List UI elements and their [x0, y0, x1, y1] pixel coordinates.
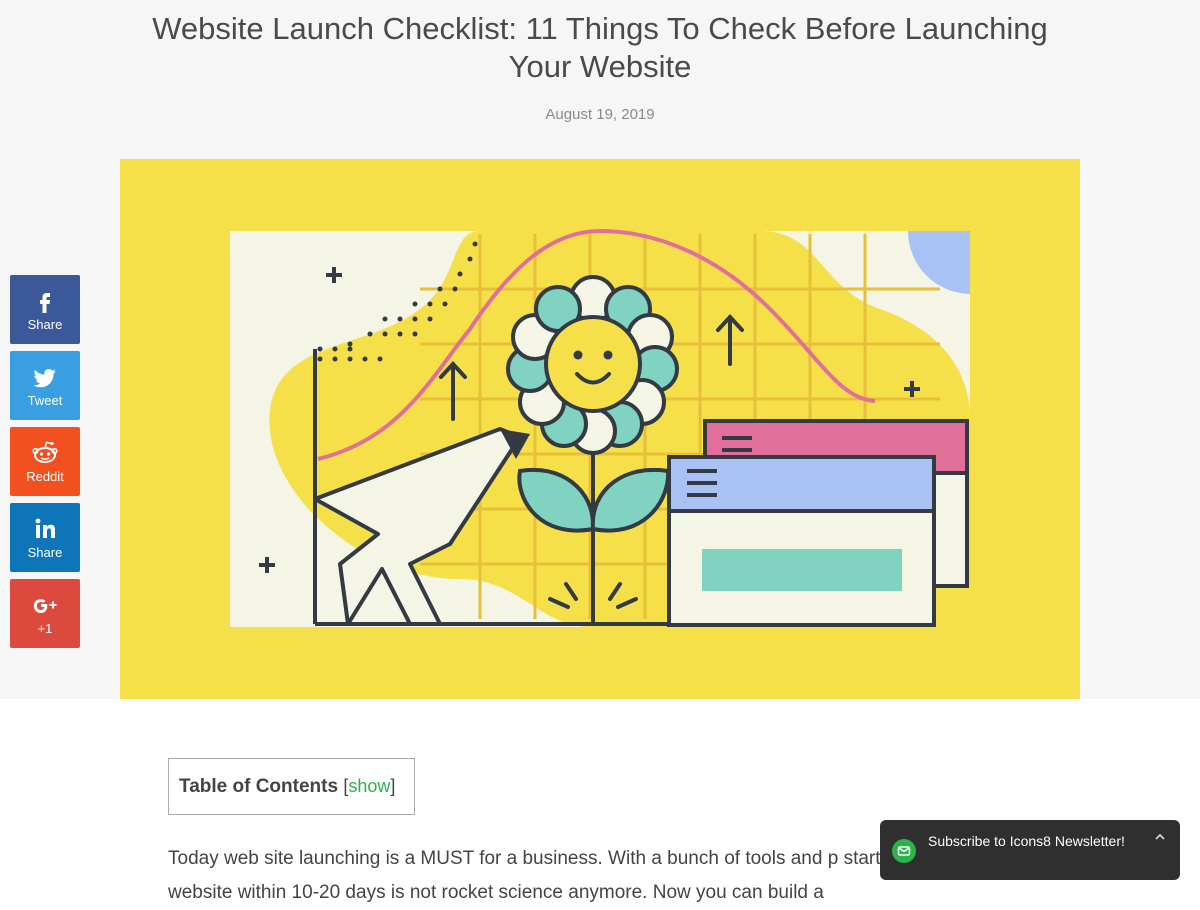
twitter-share-label: Tweet: [27, 393, 63, 408]
table-of-contents: Table of Contents [show]: [168, 758, 415, 815]
googleplus-share-button[interactable]: +1: [10, 579, 80, 648]
linkedin-share-button[interactable]: Share: [10, 503, 80, 572]
newsletter-popup[interactable]: Subscribe to Icons8 Newsletter!: [880, 820, 1180, 880]
toc-bracket-close: ]: [390, 776, 396, 796]
linkedin-share-label: Share: [27, 545, 63, 560]
reddit-share-label: Reddit: [26, 469, 64, 484]
twitter-share-button[interactable]: Tweet: [10, 351, 80, 420]
toc-title: Table of Contents: [179, 776, 339, 797]
toc-show-link[interactable]: show: [348, 776, 390, 796]
facebook-share-button[interactable]: Share: [10, 275, 80, 344]
post-date: August 19, 2019: [545, 106, 655, 123]
reddit-icon: [10, 439, 80, 467]
linkedin-icon: [10, 515, 80, 543]
googleplus-share-label: +1: [37, 621, 53, 636]
newsletter-text: Subscribe to Icons8 Newsletter!: [928, 833, 1125, 849]
hero-illustration: [120, 159, 1080, 699]
page-title: Website Launch Checklist: 11 Things To C…: [152, 11, 1048, 84]
twitter-icon: [10, 363, 80, 391]
reddit-share-button[interactable]: Reddit: [10, 427, 80, 496]
mail-icon: [892, 839, 916, 863]
social-share-bar: Share Tweet Reddit Share +1: [10, 275, 80, 655]
facebook-share-label: Share: [27, 317, 63, 332]
google-plus-icon: [10, 591, 80, 619]
chevron-up-icon[interactable]: [1154, 830, 1166, 846]
facebook-icon: [10, 287, 80, 315]
